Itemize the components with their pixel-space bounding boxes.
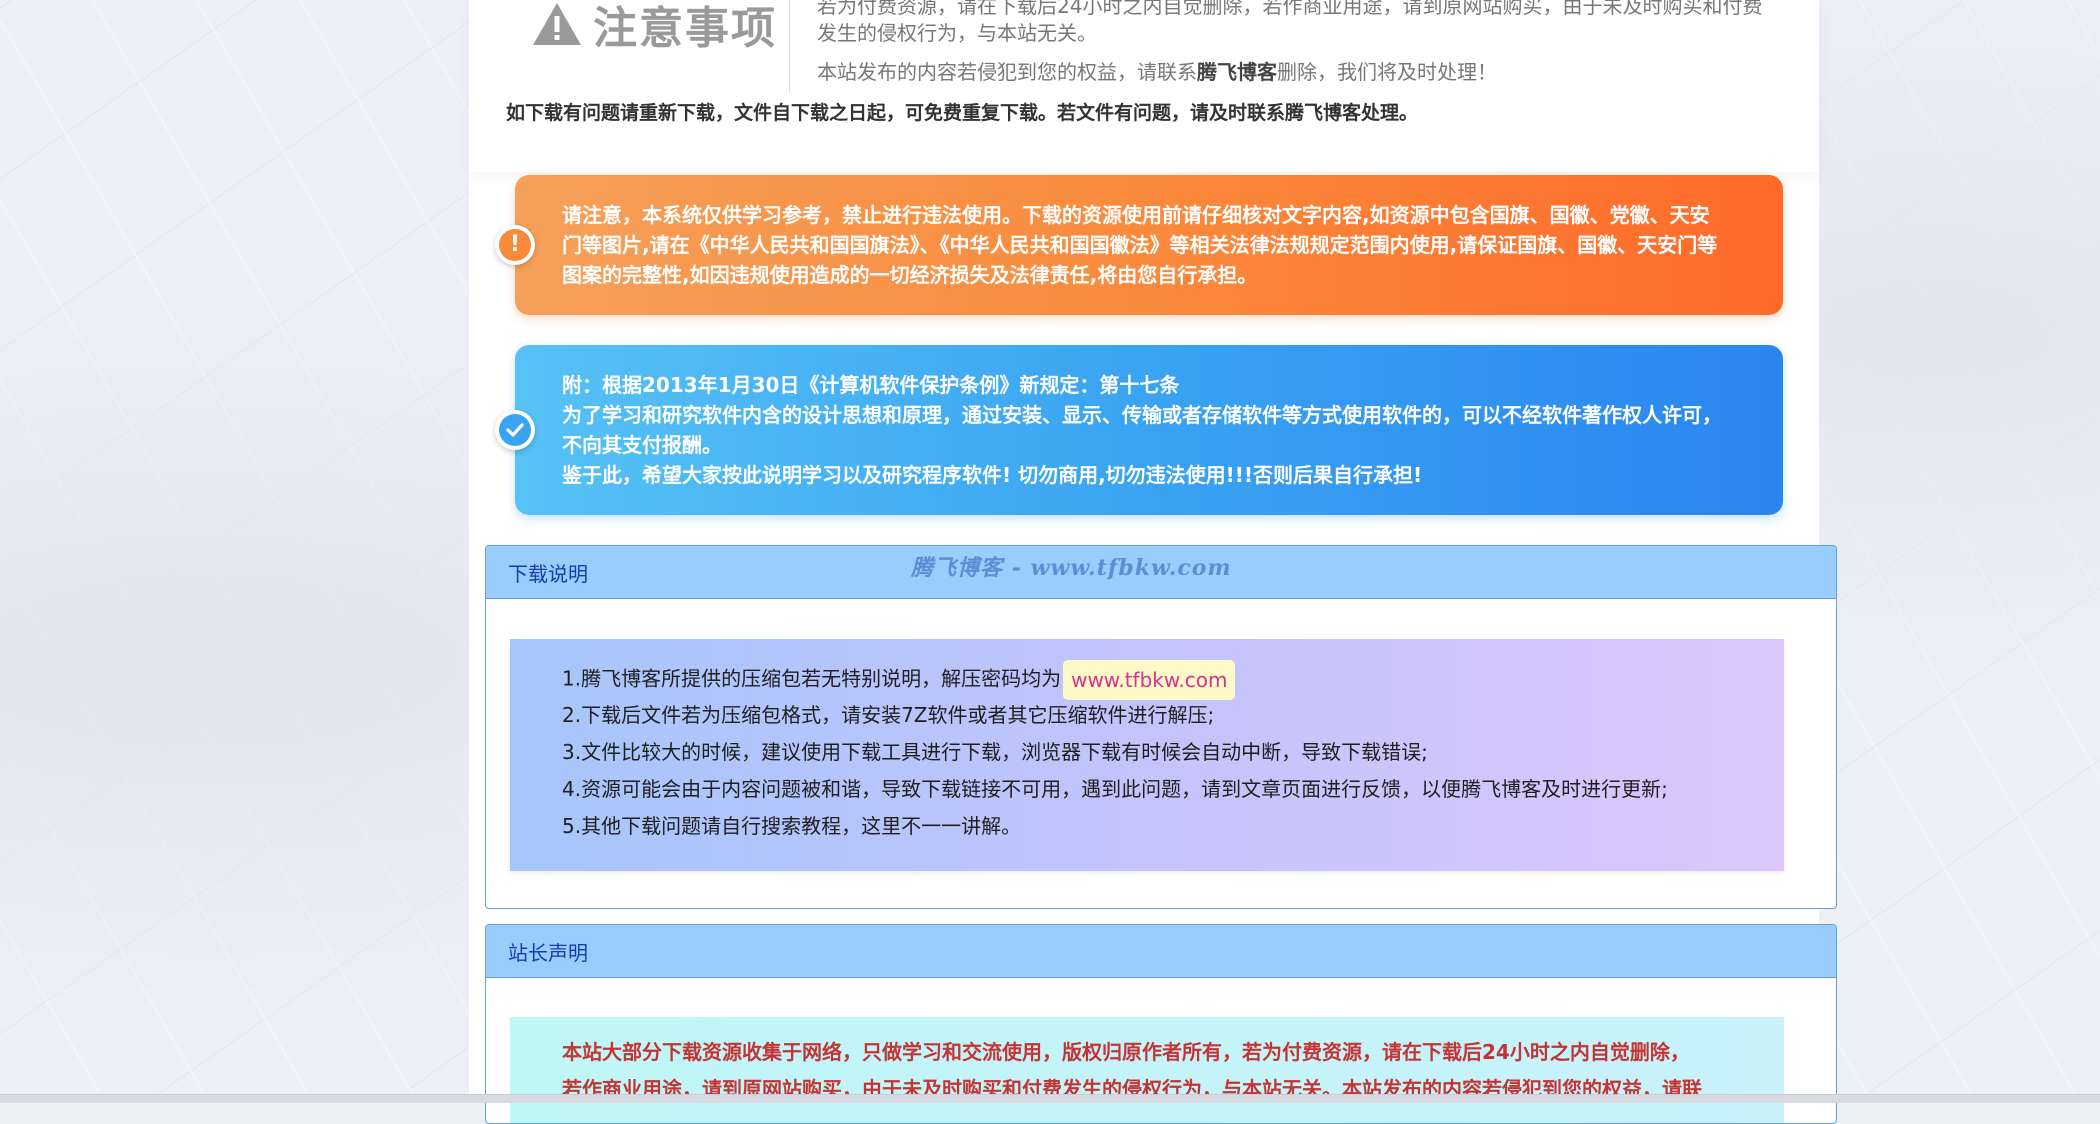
download-instructions-panel: 下载说明 腾飞博客 - www.tfbkw.com 1.腾飞博客所提供的压缩包若… [485,545,1837,909]
notice-title: 注意事项 [593,3,777,54]
statement-text-box: 本站大部分下载资源收集于网络，只做学习和交流使用，版权归原作者所有，若为付费资源… [510,1017,1784,1123]
notice-line-2-end: 删除，我们将及时处理！ [1277,60,1497,84]
notice-line-1: 若为付费资源，请在下载后24小时之内自觉删除，若作商业用途，请到原网站购买，由于… [817,0,1763,45]
legal-warning-text: 请注意，本系统仅供学习参考，禁止进行违法使用。下载的资源使用前请仔细核对文字内容… [562,203,1718,287]
notice-divider [789,0,790,92]
list-item: 3.文件比较大的时候，建议使用下载工具进行下载，浏览器下载有时候会自动中断，导致… [562,740,1428,764]
statement-panel-title: 站长声明 [508,940,588,965]
exclamation-icon: ! [499,229,531,261]
notice-card: 注意事项 若为付费资源，请在下载后24小时之内自觉删除，若作商业用途，请到原网站… [469,0,1819,172]
site-watermark: 腾飞博客 - www.tfbkw.com [911,555,1232,581]
download-panel-title: 下载说明 [508,561,588,586]
notice-heading: 注意事项 [531,0,777,54]
download-panel-header: 下载说明 腾飞博客 - www.tfbkw.com [486,546,1836,599]
warning-icon [533,3,581,45]
legal-warning-callout: ! 请注意，本系统仅供学习参考，禁止进行违法使用。下载的资源使用前请仔细核对文字… [495,175,1783,315]
download-instructions-list: 1.腾飞博客所提供的压缩包若无特别说明，解压密码均为 www.tfbkw.com … [510,639,1784,871]
check-icon [499,414,531,446]
redownload-notice: 如下载有问题请重新下载，文件自下载之日起，可免费重复下载。若文件有问题，请及时联… [506,102,1419,124]
regulation-line-3: 鉴于此，希望大家按此说明学习以及研究程序软件! 切勿商用,切勿违法使用!!!否则… [562,463,1423,487]
unzip-password[interactable]: www.tfbkw.com [1063,660,1236,700]
list-item: 5.其他下载问题请自行搜索教程，这里不一一讲解。 [562,814,1022,838]
notice-line-2-start: 本站发布的内容若侵犯到您的权益，请联系 [817,60,1197,84]
notice-text: 若为付费资源，请在下载后24小时之内自觉删除，若作商业用途，请到原网站购买，由于… [817,0,1777,86]
statement-line-1: 本站大部分下载资源收集于网络，只做学习和交流使用，版权归原作者所有，若为付费资源… [562,1040,1690,1064]
contact-name: 腾飞博客 [1197,60,1277,84]
item-1-text: 1.腾飞博客所提供的压缩包若无特别说明，解压密码均为 [562,666,1062,691]
warning-badge: ! [495,225,535,265]
statement-panel-header: 站长声明 [486,925,1836,978]
notice-line-2: 本站发布的内容若侵犯到您的权益，请联系腾飞博客删除，我们将及时处理！ [817,59,1777,86]
regulation-line-1: 附：根据2013年1月30日《计算机软件保护条例》新规定：第十七条 [562,373,1180,397]
list-item: 2.下载后文件若为压缩包格式，请安装7Z软件或者其它压缩软件进行解压; [562,703,1215,727]
list-item: 1.腾飞博客所提供的压缩包若无特别说明，解压密码均为 www.tfbkw.com [562,660,1784,700]
content-column: 注意事项 若为付费资源，请在下载后24小时之内自觉删除，若作商业用途，请到原网站… [469,0,1837,1124]
list-item: 4.资源可能会由于内容问题被和谐，导致下载链接不可用，遇到此问题，请到文章页面进… [562,777,1668,801]
regulation-line-2: 为了学习和研究软件内含的设计思想和原理，通过安装、显示、传输或者存储软件等方式使… [562,403,1722,457]
software-regulation-callout: 附：根据2013年1月30日《计算机软件保护条例》新规定：第十七条 为了学习和研… [495,345,1783,515]
info-badge [495,410,535,450]
